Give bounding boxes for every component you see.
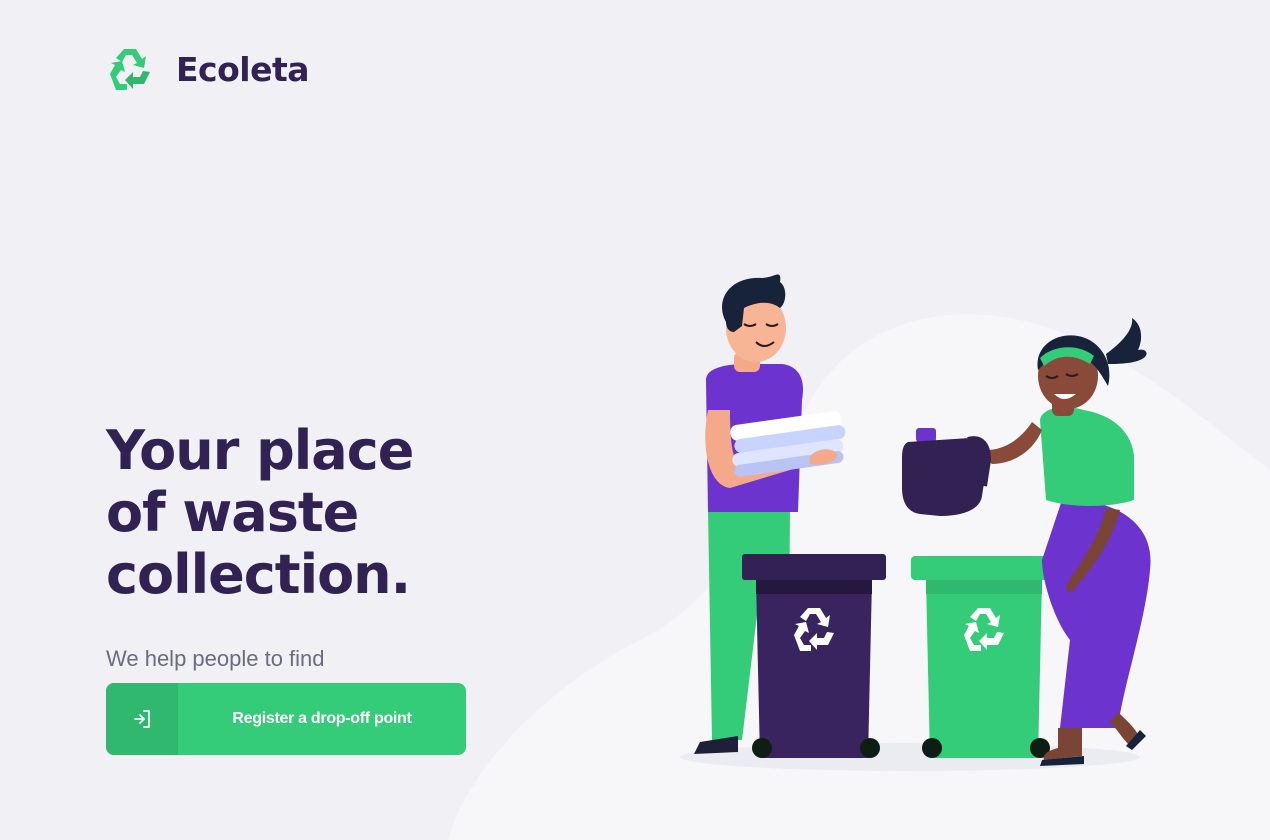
sign-in-icon [106, 683, 178, 755]
hero-title-line-1: Your place [106, 419, 414, 482]
hero-title-line-2: of waste collection. [106, 481, 411, 606]
hero: Your place of waste collection. We help … [106, 420, 666, 716]
recycling-people-illustration [680, 274, 1151, 771]
register-drop-off-point-button[interactable]: Register a drop-off point [106, 683, 466, 755]
register-button-label: Register a drop-off point [232, 710, 412, 727]
hero-subtitle-line-1: We help people to find [106, 646, 325, 671]
hero-title: Your place of waste collection. [106, 420, 666, 606]
brand-name: Ecoleta [176, 49, 310, 89]
header: Ecoleta [106, 46, 310, 92]
recycle-icon [110, 49, 150, 90]
